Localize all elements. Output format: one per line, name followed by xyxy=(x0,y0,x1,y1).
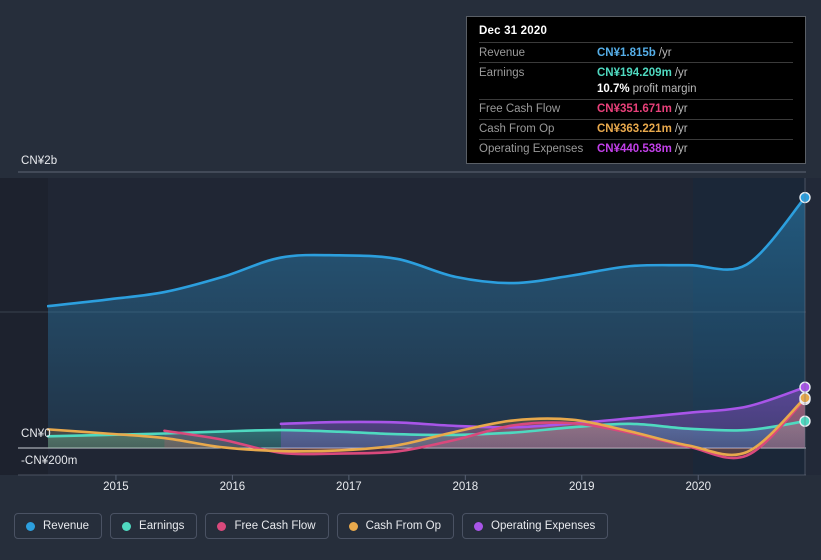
tooltip-row-value: CN¥351.671m xyxy=(597,103,672,115)
y-axis-label-zero: CN¥0 xyxy=(21,428,51,440)
legend-label: Free Cash Flow xyxy=(234,520,316,532)
legend-label: Operating Expenses xyxy=(491,520,596,532)
data-tooltip: Dec 31 2020 Revenue CN¥1.815b/yr Earnings C… xyxy=(466,16,806,164)
tooltip-row-value: 10.7% xyxy=(597,83,630,95)
tooltip-row: Revenue CN¥1.815b/yr xyxy=(479,42,793,62)
tooltip-row-suffix: /yr xyxy=(658,46,672,59)
tooltip-row-value: CN¥194.209m xyxy=(597,66,672,79)
tooltip-row: Free Cash Flow CN¥351.671m/yr xyxy=(479,98,793,119)
legend-label: Earnings xyxy=(139,520,185,532)
x-axis-label: 2019 xyxy=(568,481,595,493)
tooltip-row-suffix: /yr xyxy=(674,123,688,135)
y-axis-label-negative: -CN¥200m xyxy=(21,455,78,467)
tooltip-row-suffix: /yr xyxy=(674,143,688,155)
x-axis-label: 2015 xyxy=(103,481,129,493)
legend-color-dot xyxy=(122,521,132,531)
tooltip-row: Operating Expenses CN¥440.538m/yr xyxy=(479,138,793,159)
legend-label: Cash From Op xyxy=(365,520,442,532)
tooltip-row-value: CN¥440.538m xyxy=(597,143,672,155)
legend-color-dot xyxy=(474,521,484,531)
x-axis-label: 2016 xyxy=(219,481,246,493)
tooltip-date: Dec 31 2020 xyxy=(479,25,548,37)
x-axis-label: 2018 xyxy=(452,481,479,493)
tooltip-row-label: Revenue xyxy=(479,46,526,59)
tooltip-row-value: CN¥363.221m xyxy=(597,123,672,135)
tooltip-row-label: Free Cash Flow xyxy=(479,103,561,115)
x-axis-label: 2017 xyxy=(336,481,362,493)
tooltip-row-label: Earnings xyxy=(479,66,525,79)
tooltip-row-suffix: /yr xyxy=(674,103,688,115)
chart-legend: Revenue Earnings Free Cash Flow Cash From O… xyxy=(14,513,609,539)
tooltip-row-value: CN¥1.815b xyxy=(597,46,656,59)
chart-page: CN¥2b CN¥0 -CN¥200m 2015 2016 2017 2018 2019… xyxy=(0,0,821,560)
y-axis-label-top: CN¥2b xyxy=(21,155,58,167)
tooltip-row-label: Operating Expenses xyxy=(479,143,584,155)
x-axis-label: 2020 xyxy=(685,481,712,493)
tooltip-row-suffix: /yr xyxy=(674,66,688,79)
legend-item-earnings[interactable]: Earnings xyxy=(110,513,198,539)
legend-color-dot xyxy=(26,521,35,531)
tooltip-row: Cash From Op CN¥363.221m/yr xyxy=(479,118,793,139)
legend-item-free-cash-flow[interactable]: Free Cash Flow xyxy=(205,513,329,539)
legend-color-dot xyxy=(348,521,358,531)
tooltip-row: Earnings CN¥194.209m/yr xyxy=(479,62,793,82)
tooltip-rows: Revenue CN¥1.815b/yr Earnings CN¥194.209m/y… xyxy=(479,42,793,159)
legend-item-revenue[interactable]: Revenue xyxy=(14,513,103,539)
tooltip-row-suffix: profit margin xyxy=(632,83,697,95)
legend-label: Revenue xyxy=(43,520,90,532)
legend-item-cash-from-op[interactable]: Cash From Op xyxy=(336,513,455,539)
legend-item-operating-expenses[interactable]: Operating Expenses xyxy=(462,513,609,539)
legend-color-dot xyxy=(217,521,227,531)
tooltip-row-label: Cash From Op xyxy=(479,123,555,135)
tooltip-row: 10.7% profit margin xyxy=(479,82,793,99)
